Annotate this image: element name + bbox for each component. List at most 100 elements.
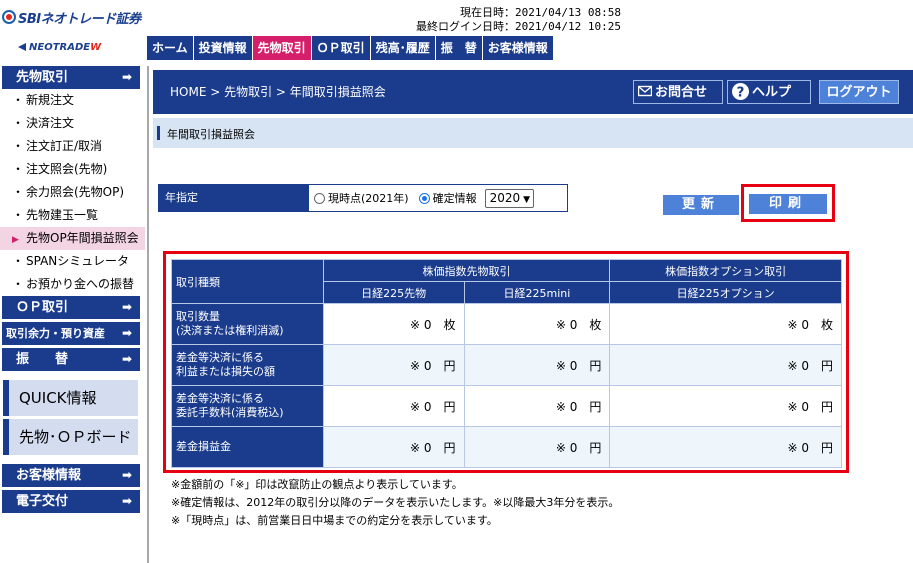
sidebar-head-options[interactable]: ＯＰ取引 ➡ — [2, 296, 140, 319]
nav-tab-transfer[interactable]: 振 替 — [435, 36, 483, 60]
sidebar-item-label: 新規注文 — [26, 93, 75, 107]
cell-value: ※ 0 円 — [322, 426, 465, 468]
year-select-value: 2020 — [489, 190, 521, 205]
cell-value: ※ 0 円 — [609, 426, 842, 468]
nav-tab-customer-info[interactable]: お客様情報 — [482, 36, 554, 60]
sidebar-head-futures[interactable]: 先物取引 ➡ — [2, 66, 140, 89]
sidebar-head-customer-label: お客様情報 — [16, 468, 82, 483]
year-options: 現時点(2021年) 確定情報 2020 ▼ — [309, 185, 567, 211]
bullet-icon: ・ — [12, 277, 25, 291]
svg-text:?: ? — [737, 85, 745, 100]
nav-tab-balance-history[interactable]: 残高･履歴 — [370, 36, 436, 60]
table-row: 差金損益金 ※ 0 円 ※ 0 円 ※ 0 円 — [171, 426, 842, 468]
table-row: 取引数量 (決済または権利消滅) ※ 0 枚 ※ 0 枚 ※ 0 枚 — [171, 303, 842, 345]
cell-value: ※ 0 円 — [463, 385, 611, 427]
sidebar-item-margin-inquiry[interactable]: ・余力照会(先物OP) — [0, 181, 145, 204]
question-icon: ? — [732, 83, 749, 100]
sidebar-item-label: SPANシミュレータ — [26, 254, 130, 268]
cell-value: ※ 0 円 — [609, 385, 842, 427]
year-label: 年指定 — [159, 185, 309, 211]
bullet-icon: ・ — [12, 139, 25, 153]
nav-tab-home[interactable]: ホーム — [147, 36, 194, 60]
row-sublabel: 利益または損失の額 — [176, 365, 275, 378]
sidebar-head-transfer-label: 振 替 — [16, 352, 69, 367]
row-label: 差金損益金 — [176, 440, 231, 453]
sidebar-divider — [147, 66, 149, 563]
col-header-nikkei225op: 日経225オプション — [609, 281, 842, 304]
bullet-icon: ・ — [12, 208, 25, 222]
sidebar-head-customer-info[interactable]: お客様情報 ➡ — [2, 464, 140, 487]
year-select[interactable]: 2020 ▼ — [484, 188, 535, 208]
sidebar-head-margin-label: 取引余力・預り資産 — [6, 327, 105, 340]
futures-op-board-link[interactable]: 先物･ＯＰボード — [3, 419, 138, 455]
sidebar-head-transfer[interactable]: 振 替 ➡ — [2, 348, 140, 371]
breadcrumb: HOME > 先物取引 > 年間取引損益照会 — [170, 85, 386, 99]
update-button[interactable]: 更新 — [663, 195, 739, 215]
year-selector: 年指定 現時点(2021年) 確定情報 2020 ▼ — [158, 184, 568, 212]
row-header-quantity: 取引数量 (決済または権利消滅) — [171, 303, 324, 345]
sidebar-item-label: 先物OP年間損益照会 — [26, 231, 139, 245]
chevron-down-icon: ▼ — [523, 194, 531, 205]
table-highlight-frame: 取引種類 株価指数先物取引 株価指数オプション取引 日経225先物 日経225m… — [163, 251, 849, 473]
cell-value: ※ 0 円 — [322, 344, 465, 386]
help-button[interactable]: ? ヘルプ — [727, 80, 811, 104]
radio-fixed[interactable] — [418, 192, 430, 204]
table-row: 差金等決済に係る 利益または損失の額 ※ 0 円 ※ 0 円 ※ 0 円 — [171, 344, 842, 386]
annual-pl-table: 取引種類 株価指数先物取引 株価指数オプション取引 日経225先物 日経225m… — [171, 259, 842, 468]
sidebar-item-close-order[interactable]: ・決済注文 — [0, 112, 145, 135]
quick-info-link[interactable]: QUICK情報 — [3, 380, 138, 416]
sidebar-item-span-simulator[interactable]: ・ SPANシミュレータ — [0, 250, 145, 273]
sidebar-item-modify-cancel[interactable]: ・注文訂正/取消 — [0, 135, 145, 158]
contact-button[interactable]: お問合せ — [633, 80, 723, 104]
radio-current[interactable] — [314, 192, 325, 204]
radio-current-label[interactable]: 現時点(2021年) — [328, 190, 409, 206]
sidebar-item-label: 注文照会(先物) — [26, 162, 108, 176]
row-label: 取引数量 — [176, 310, 220, 323]
bullet-icon: ・ — [12, 185, 25, 199]
sidebar-item-label: 決済注文 — [26, 116, 75, 130]
nav-tab-investment-info[interactable]: 投資情報 — [193, 36, 253, 60]
sidebar-head-margin-assets[interactable]: 取引余力・預り資産 ➡ — [2, 322, 140, 345]
sidebar-head-e-delivery-label: 電子交付 — [16, 494, 69, 509]
col-header-nikkei225: 日経225先物 — [322, 281, 465, 304]
bullet-icon: ・ — [12, 162, 25, 176]
sbi-logo-icon — [2, 10, 16, 24]
datetime-info: 現在日時：2021/04/13 08:58 最終ログイン日時：2021/04/1… — [416, 6, 621, 34]
arrow-right-icon: ➡ — [121, 326, 132, 340]
sidebar-item-order-inquiry[interactable]: ・注文照会(先物) — [0, 158, 145, 181]
sidebar-item-label: お預かり金への振替 — [26, 277, 135, 291]
sidebar-item-annual-pl[interactable]: ▶ 先物OP年間損益照会 — [0, 227, 145, 250]
cell-value: ※ 0 円 — [463, 426, 611, 468]
arrow-right-icon: ➡ — [121, 468, 132, 482]
neotrade-logo-w: W — [90, 42, 102, 53]
current-time: 現在日時：2021/04/13 08:58 — [460, 6, 621, 19]
cell-value: ※ 0 枚 — [322, 303, 465, 345]
note-line: ※金額前の「※」印は改竄防止の観点より表示しています。 — [171, 478, 463, 491]
sidebar-item-positions[interactable]: ・先物建玉一覧 — [0, 204, 145, 227]
row-sublabel: 委託手数料(消費税込) — [176, 406, 284, 419]
sidebar-head-options-label: ＯＰ取引 — [16, 300, 69, 315]
main-header-bar: HOME > 先物取引 > 年間取引損益照会 お問合せ ? ヘルプ ログアウト — [153, 70, 913, 114]
sidebar-item-new-order[interactable]: ・新規注文 — [0, 89, 145, 112]
sbi-logo[interactable]: SBIネオトレード証券 — [0, 8, 145, 32]
sidebar-item-deposit-transfer[interactable]: ・お預かり金への振替 — [0, 273, 145, 296]
arrow-right-icon: ➡ — [121, 70, 132, 84]
sidebar-head-e-delivery[interactable]: 電子交付 ➡ — [2, 490, 140, 513]
notes: ※金額前の「※」印は改竄防止の観点より表示しています。 ※確定情報は、2012年… — [171, 476, 619, 530]
arrow-right-icon: ➡ — [121, 352, 132, 366]
sidebar-item-label: 余力照会(先物OP) — [26, 185, 125, 199]
radio-fixed-label[interactable]: 確定情報 — [433, 190, 477, 206]
neotrade-logo[interactable]: NEOTRADEW — [18, 42, 101, 53]
page-title: 年間取引損益照会 — [167, 128, 255, 141]
row-header-commission: 差金等決済に係る 委託手数料(消費税込) — [171, 385, 324, 427]
sidebar-head-futures-label: 先物取引 — [16, 70, 69, 85]
cell-value: ※ 0 円 — [322, 385, 465, 427]
note-line: ※「現時点」は、前営業日日中場までの約定分を表示しています。 — [171, 514, 498, 527]
note-line: ※確定情報は、2012年の取引分以降のデータを表示いたします。※以降最大3年分を… — [171, 496, 620, 509]
mail-icon — [638, 85, 652, 97]
logout-button[interactable]: ログアウト — [819, 80, 899, 104]
nav-tab-options[interactable]: ＯＰ取引 — [311, 36, 371, 60]
table-row: 差金等決済に係る 委託手数料(消費税込) ※ 0 円 ※ 0 円 ※ 0 円 — [171, 385, 842, 427]
nav-tab-futures[interactable]: 先物取引 — [252, 36, 312, 60]
print-button[interactable]: 印刷 — [749, 194, 827, 214]
